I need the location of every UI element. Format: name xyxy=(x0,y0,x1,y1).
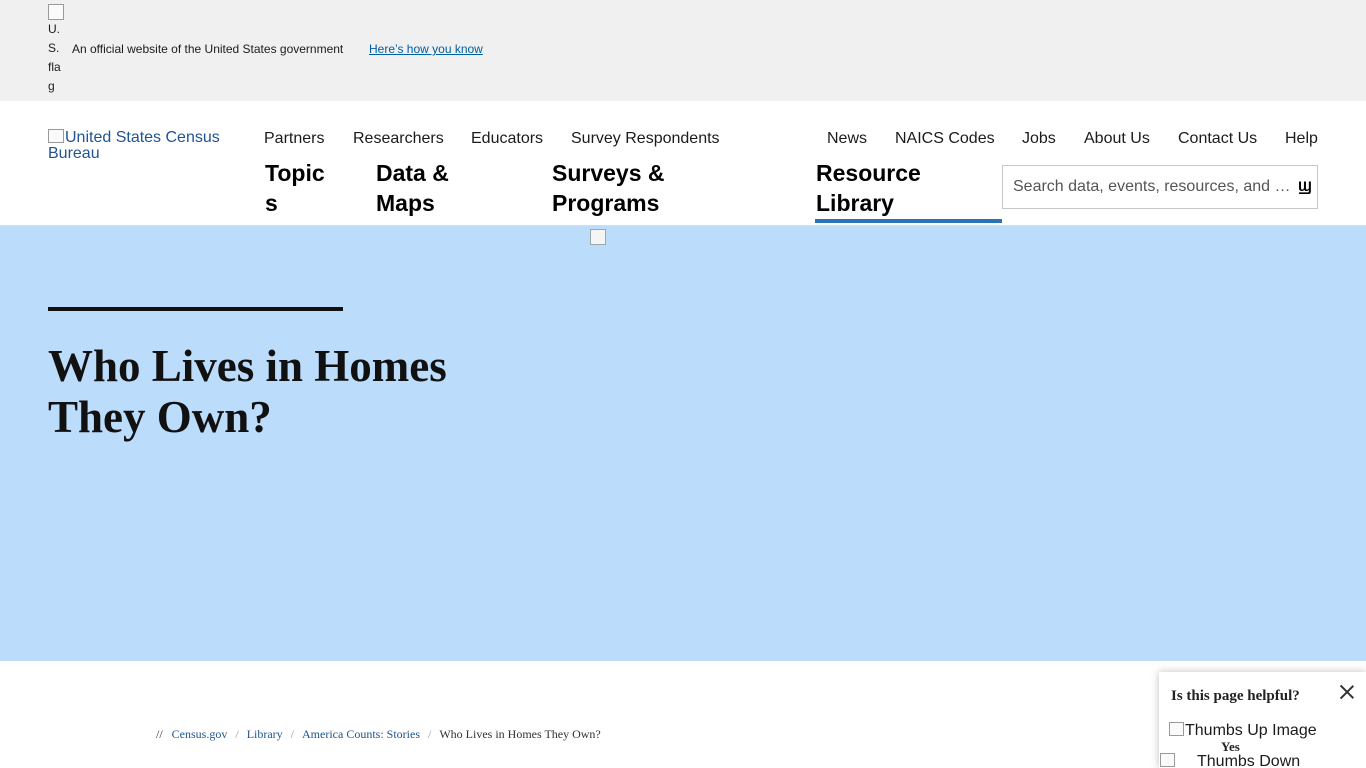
main-nav-topics[interactable]: Topic s xyxy=(265,158,337,218)
main-nav-label-line: Library xyxy=(816,190,894,216)
us-flag-image: U. S. fla g xyxy=(48,4,68,96)
breadcrumb-current: Who Lives in Homes They Own? xyxy=(439,727,601,741)
nav-partners[interactable]: Partners xyxy=(264,130,324,148)
title-accent-rule xyxy=(48,307,343,311)
main-nav-label-line: Programs xyxy=(552,190,660,216)
nav-help[interactable]: Help xyxy=(1285,130,1318,148)
nav-researchers[interactable]: Researchers xyxy=(353,130,444,148)
main-nav-label-line: Topic xyxy=(265,160,325,186)
page-title: Who Lives in Homes They Own? xyxy=(48,341,447,442)
nav-educators[interactable]: Educators xyxy=(471,130,543,148)
search-input[interactable] xyxy=(1003,166,1293,208)
heres-how-you-know-link[interactable]: Here’s how you know xyxy=(369,42,483,56)
main-nav-surveys-programs[interactable]: Surveys & Programs xyxy=(552,158,692,218)
breadcrumb: // Census.gov / Library / America Counts: Sto… xyxy=(156,727,601,742)
flag-alt-line: fla xyxy=(48,60,61,74)
breadcrumb-library[interactable]: Library xyxy=(247,727,283,741)
thumbs-down-button[interactable]: Thumbs Down xyxy=(1160,753,1300,768)
nav-about-us[interactable]: About Us xyxy=(1084,130,1150,148)
main-nav-label-line: s xyxy=(265,190,278,216)
nav-jobs[interactable]: Jobs xyxy=(1022,130,1056,148)
main-nav-resource-library[interactable]: Resource Library xyxy=(815,158,1002,223)
gov-banner: U. S. fla g An official website of the U… xyxy=(0,0,1366,101)
breadcrumb-separator: / xyxy=(235,727,239,741)
search-box: Ϣ xyxy=(1002,165,1318,209)
gov-banner-text: An official website of the United States… xyxy=(72,42,344,56)
nav-survey-respondents[interactable]: Survey Respondents xyxy=(571,130,720,148)
breadcrumb-lead-icon: // xyxy=(156,727,163,741)
nav-contact-us[interactable]: Contact Us xyxy=(1178,130,1257,148)
feedback-question: Is this page helpful? xyxy=(1171,688,1300,704)
census-logo-link[interactable]: United States Census Bureau xyxy=(48,129,238,162)
breadcrumb-census-gov[interactable]: Census.gov xyxy=(172,727,228,741)
thumbs-down-alt-text: Thumbs Down xyxy=(1197,753,1301,768)
thumbs-up-alt-text: Thumbs Up Image xyxy=(1185,722,1317,739)
breadcrumb-separator: / xyxy=(428,727,432,741)
search-icon[interactable]: Ϣ xyxy=(1298,178,1312,194)
logo-alt-text: United States Census Bureau xyxy=(48,129,220,162)
nav-naics-codes[interactable]: NAICS Codes xyxy=(895,130,995,148)
thumbs-down-icon xyxy=(1160,753,1175,767)
site-header: United States Census Bureau Partners Res… xyxy=(0,101,1366,226)
hero-banner: Who Lives in Homes They Own? xyxy=(0,226,1366,661)
flag-alt-line: U. xyxy=(48,22,60,36)
main-nav-label-line: Surveys & xyxy=(552,160,665,186)
main-nav-label-line: Resource xyxy=(816,160,921,186)
broken-image-icon xyxy=(48,4,64,20)
nav-news[interactable]: News xyxy=(827,130,867,148)
feedback-panel: Is this page helpful? Thumbs Up Image Ye… xyxy=(1159,672,1366,768)
breadcrumb-separator: / xyxy=(290,727,295,741)
main-nav-label-line: Maps xyxy=(376,190,435,216)
broken-image-icon xyxy=(590,229,606,245)
breadcrumb-america-counts[interactable]: America Counts: Stories xyxy=(302,727,420,741)
main-nav-label-line: Data & xyxy=(376,160,449,186)
thumbs-up-button[interactable]: Thumbs Up Image xyxy=(1169,722,1317,740)
close-icon[interactable] xyxy=(1339,684,1355,700)
flag-alt-line: g xyxy=(48,79,55,93)
thumbs-up-icon xyxy=(1169,722,1184,736)
broken-image-icon xyxy=(48,129,64,143)
flag-alt-line: S. xyxy=(48,41,60,55)
main-nav-data-maps[interactable]: Data & Maps xyxy=(376,158,476,218)
